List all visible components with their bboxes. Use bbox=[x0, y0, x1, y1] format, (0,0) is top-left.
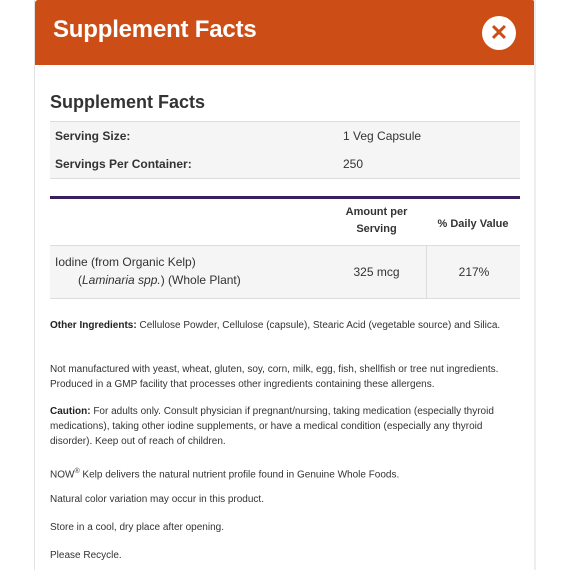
caution-text: For adults only. Consult physician if pr… bbox=[50, 406, 494, 447]
ingredient-source-species: Laminaria spp. bbox=[82, 273, 161, 287]
servings-per-container-row: Servings Per Container: 250 bbox=[50, 150, 520, 179]
allergen-statement: Not manufactured with yeast, wheat, glut… bbox=[50, 364, 499, 390]
ingredient-row: Iodine (from Organic Kelp) (Laminaria sp… bbox=[50, 245, 520, 299]
ingredient-daily-value: 217% bbox=[426, 246, 521, 298]
scrollbar[interactable] bbox=[534, 0, 536, 570]
serving-size-value: 1 Veg Capsule bbox=[343, 129, 422, 143]
amount-header-line2: Serving bbox=[356, 223, 397, 235]
amount-header-line1: Amount per bbox=[345, 206, 408, 218]
facts-heading: Supplement Facts bbox=[50, 92, 206, 112]
brand-statement: NOW® Kelp delivers the natural nutrient … bbox=[50, 464, 512, 482]
other-ingredients: Other Ingredients: Cellulose Powder, Cel… bbox=[50, 318, 512, 333]
supplement-facts-modal: Supplement Facts ✕ Supplement Facts Serv… bbox=[34, 0, 536, 570]
serving-size-label: Serving Size: bbox=[55, 129, 131, 143]
brand-name: NOW bbox=[50, 469, 75, 481]
amount-per-serving-header: Amount per Serving bbox=[328, 204, 425, 244]
modal-header: Supplement Facts ✕ bbox=[35, 0, 535, 65]
modal-title: Supplement Facts bbox=[53, 16, 257, 43]
recycle-note: Please Recycle. bbox=[50, 550, 122, 561]
storage-note: Store in a cool, dry place after opening… bbox=[50, 522, 224, 533]
color-variation-note: Natural color variation may occur in thi… bbox=[50, 494, 264, 505]
ingredient-source-rest: ) (Whole Plant) bbox=[160, 273, 241, 287]
close-button[interactable]: ✕ bbox=[482, 16, 516, 50]
brand-text: Kelp delivers the natural nutrient profi… bbox=[79, 469, 400, 481]
servings-per-container-value: 250 bbox=[343, 157, 364, 171]
ingredient-name: Iodine (from Organic Kelp) bbox=[55, 255, 196, 269]
serving-size-row: Serving Size: 1 Veg Capsule bbox=[50, 121, 520, 151]
other-ingredients-text: Cellulose Powder, Cellulose (capsule), S… bbox=[136, 320, 501, 331]
servings-per-container-label: Servings Per Container: bbox=[55, 157, 192, 171]
daily-value-header: % Daily Value bbox=[437, 218, 509, 230]
other-ingredients-label: Other Ingredients: bbox=[50, 320, 137, 331]
ingredient-amount: 325 mcg bbox=[353, 265, 400, 279]
ingredient-source: (Laminaria spp.) (Whole Plant) bbox=[78, 271, 241, 289]
caution-label: Caution: bbox=[50, 406, 91, 417]
section-separator bbox=[50, 196, 520, 199]
caution-statement: Caution: For adults only. Consult physic… bbox=[50, 404, 512, 449]
close-icon: ✕ bbox=[489, 20, 509, 45]
